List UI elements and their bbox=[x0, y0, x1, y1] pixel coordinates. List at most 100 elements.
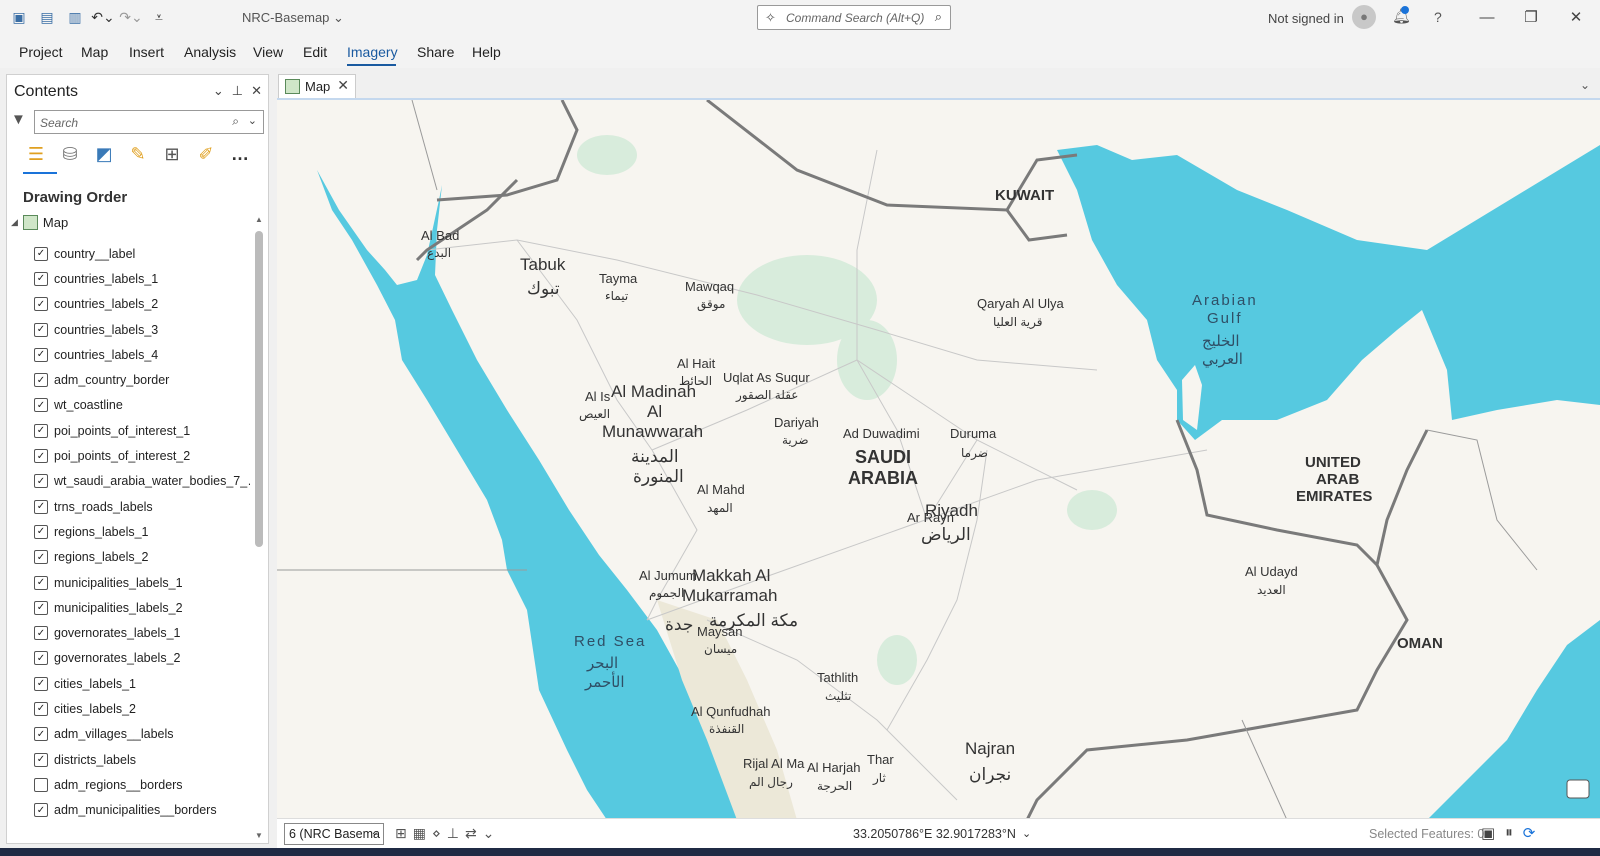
layer-visibility-checkbox[interactable]: ✓ bbox=[34, 347, 48, 362]
layer-row[interactable]: adm_regions__borders bbox=[34, 772, 250, 797]
close-tab-icon[interactable]: ✕ bbox=[337, 77, 349, 94]
tab-analysis[interactable]: Analysis bbox=[184, 44, 236, 60]
tab-edit[interactable]: Edit bbox=[303, 44, 327, 60]
table-view-icon[interactable]: ▣ bbox=[1481, 824, 1495, 842]
layer-row[interactable]: ✓ poi_points_of_interest_1 bbox=[34, 418, 250, 443]
list-by-data-source-icon[interactable]: ⛁ bbox=[57, 141, 83, 167]
new-project-icon[interactable]: ▣ bbox=[8, 6, 30, 28]
map-view-tab[interactable]: Map ✕ bbox=[278, 74, 356, 98]
scroll-down-icon[interactable]: ▼ bbox=[254, 831, 264, 840]
layer-visibility-checkbox[interactable]: ✓ bbox=[34, 499, 48, 514]
scroll-thumb[interactable] bbox=[255, 231, 263, 547]
table-icon[interactable] bbox=[1566, 779, 1590, 799]
list-by-editing-icon[interactable]: ✎ bbox=[125, 141, 151, 167]
layer-row[interactable]: ✓ countries_labels_3 bbox=[34, 317, 250, 342]
pin-icon[interactable]: ⊥ bbox=[232, 83, 243, 99]
layer-row[interactable]: ✓ governorates_labels_2 bbox=[34, 646, 250, 671]
avatar-icon[interactable]: ● bbox=[1352, 5, 1376, 29]
layer-visibility-checkbox[interactable] bbox=[34, 777, 48, 792]
layer-visibility-checkbox[interactable]: ✓ bbox=[34, 297, 48, 312]
scroll-up-icon[interactable]: ▲ bbox=[254, 215, 264, 224]
layer-row[interactable]: ✓ cities_labels_1 bbox=[34, 671, 250, 696]
pause-icon[interactable]: ⏸ bbox=[1505, 824, 1513, 842]
layer-row[interactable]: ✓ cities_labels_2 bbox=[34, 696, 250, 721]
layer-visibility-checkbox[interactable]: ✓ bbox=[34, 651, 48, 666]
minimize-icon[interactable]: — bbox=[1472, 6, 1502, 30]
project-title[interactable]: NRC-Basemap ⌄ bbox=[242, 10, 344, 26]
list-by-snapping-icon[interactable]: ⊞ bbox=[159, 141, 185, 167]
layer-visibility-checkbox[interactable]: ✓ bbox=[34, 676, 48, 691]
scale-select[interactable]: 6 (NRC Basema ⌄ bbox=[284, 823, 384, 845]
pane-options-icon[interactable]: ⌄ bbox=[213, 83, 224, 99]
layer-row[interactable]: ✓ municipalities_labels_2 bbox=[34, 595, 250, 620]
chevron-down-icon[interactable]: ⌄ bbox=[1022, 827, 1031, 840]
tab-project[interactable]: Project bbox=[19, 44, 63, 60]
tabs-dropdown-icon[interactable]: ⌄ bbox=[1580, 78, 1590, 92]
layer-visibility-checkbox[interactable]: ✓ bbox=[34, 423, 48, 438]
layer-row[interactable]: ✓ adm_villages__labels bbox=[34, 722, 250, 747]
layer-visibility-checkbox[interactable]: ✓ bbox=[34, 449, 48, 464]
grid-icon[interactable]: ▦ bbox=[413, 825, 426, 842]
more-options-icon[interactable]: … bbox=[227, 141, 253, 167]
list-by-drawing-order-icon[interactable]: ☰ bbox=[23, 141, 49, 167]
save-icon[interactable]: ▥ bbox=[64, 6, 86, 28]
filter-icon[interactable]: ▼ bbox=[11, 111, 26, 128]
collapse-triangle-icon[interactable]: ◢ bbox=[11, 217, 18, 228]
layer-row[interactable]: ✓ adm_municipalities__borders bbox=[34, 798, 250, 823]
contents-search-input[interactable]: Search ⌕ ⌄ bbox=[34, 110, 264, 134]
undo-icon[interactable]: ↶⌄ bbox=[91, 6, 114, 28]
close-icon[interactable]: ✕ bbox=[1561, 6, 1591, 30]
tab-share[interactable]: Share bbox=[417, 44, 454, 60]
layer-visibility-checkbox[interactable]: ✓ bbox=[34, 322, 48, 337]
layer-row[interactable]: ✓ trns_roads_labels bbox=[34, 494, 250, 519]
layer-visibility-checkbox[interactable]: ✓ bbox=[34, 626, 48, 641]
layer-visibility-checkbox[interactable]: ✓ bbox=[34, 246, 48, 261]
tab-view[interactable]: View bbox=[253, 44, 283, 60]
tab-imagery[interactable]: Imagery bbox=[347, 44, 398, 60]
fixed-zoom-icon[interactable]: ⊞ bbox=[395, 825, 407, 842]
layer-visibility-checkbox[interactable]: ✓ bbox=[34, 398, 48, 413]
layer-row[interactable]: ✓ regions_labels_1 bbox=[34, 519, 250, 544]
layer-visibility-checkbox[interactable]: ✓ bbox=[34, 803, 48, 818]
navigate-icon[interactable]: ⇄ bbox=[465, 825, 477, 842]
layer-row[interactable]: ✓ poi_points_of_interest_2 bbox=[34, 443, 250, 468]
layer-visibility-checkbox[interactable]: ✓ bbox=[34, 550, 48, 565]
tab-insert[interactable]: Insert bbox=[129, 44, 164, 60]
close-pane-icon[interactable]: ✕ bbox=[251, 83, 262, 99]
tab-help[interactable]: Help bbox=[472, 44, 501, 60]
map-node[interactable]: ◢ Map bbox=[11, 215, 68, 230]
layer-row[interactable]: ✓ regions_labels_2 bbox=[34, 545, 250, 570]
layer-row[interactable]: ✓ municipalities_labels_1 bbox=[34, 570, 250, 595]
search-icon[interactable]: ⌕ bbox=[232, 114, 239, 129]
refresh-icon[interactable]: ⟳ bbox=[1523, 824, 1536, 842]
layer-row[interactable]: ✓ country__label bbox=[34, 241, 250, 266]
selected-features-count[interactable]: Selected Features: 0 bbox=[1369, 827, 1484, 841]
customize-qat-icon[interactable]: ⩡ bbox=[148, 6, 170, 28]
layer-visibility-checkbox[interactable]: ✓ bbox=[34, 474, 48, 489]
help-icon[interactable]: ? bbox=[1434, 9, 1442, 25]
list-by-labeling-icon[interactable]: ✐ bbox=[193, 141, 219, 167]
chevron-down-icon[interactable]: ⌄ bbox=[483, 825, 495, 842]
layer-visibility-checkbox[interactable]: ✓ bbox=[34, 752, 48, 767]
layer-visibility-checkbox[interactable]: ✓ bbox=[34, 271, 48, 286]
map-canvas[interactable]: KUWAIT Arabian Gulf الخليج العربي UNITED… bbox=[277, 98, 1600, 818]
signin-status[interactable]: Not signed in bbox=[1268, 11, 1344, 26]
redo-icon[interactable]: ↷⌄ bbox=[119, 6, 142, 28]
measure-icon[interactable]: ⊥ bbox=[447, 825, 459, 842]
layer-row[interactable]: ✓ adm_country_border bbox=[34, 367, 250, 392]
chevron-down-icon[interactable]: ⌄ bbox=[248, 114, 257, 127]
layer-visibility-checkbox[interactable]: ✓ bbox=[34, 524, 48, 539]
restore-icon[interactable]: ❐ bbox=[1516, 6, 1546, 30]
layer-row[interactable]: ✓ districts_labels bbox=[34, 747, 250, 772]
list-by-selection-icon[interactable]: ◩ bbox=[91, 141, 117, 167]
contents-scrollbar[interactable]: ▲ ▼ bbox=[254, 215, 264, 840]
snapping-icon[interactable]: ⋄ bbox=[432, 825, 441, 842]
command-search-input[interactable]: ✧ Command Search (Alt+Q) ⌕ bbox=[757, 5, 951, 30]
layer-visibility-checkbox[interactable]: ✓ bbox=[34, 727, 48, 742]
layer-visibility-checkbox[interactable]: ✓ bbox=[34, 701, 48, 716]
search-icon[interactable]: ⌕ bbox=[935, 9, 942, 25]
open-project-icon[interactable]: ▤ bbox=[36, 6, 58, 28]
layer-visibility-checkbox[interactable]: ✓ bbox=[34, 575, 48, 590]
chevron-down-icon[interactable]: ⌄ bbox=[371, 827, 379, 838]
layer-visibility-checkbox[interactable]: ✓ bbox=[34, 600, 48, 615]
